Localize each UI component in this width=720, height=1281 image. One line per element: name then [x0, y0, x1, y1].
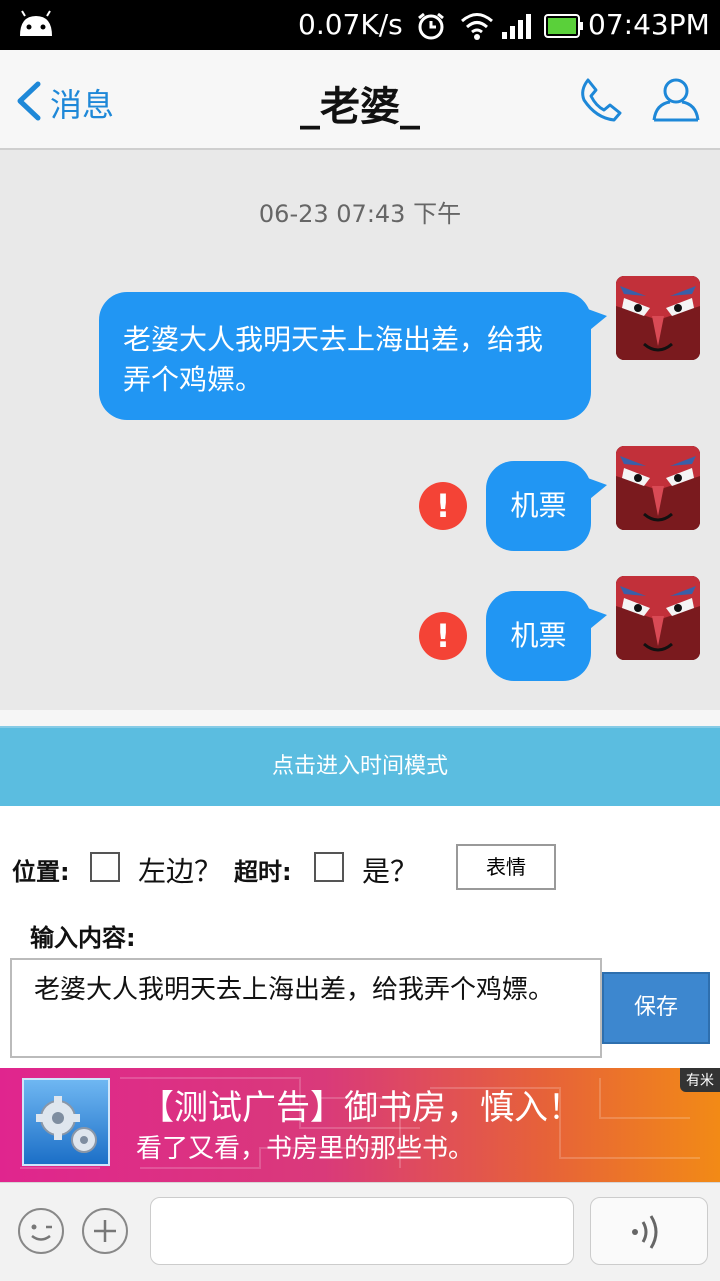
avatar[interactable] — [616, 276, 700, 360]
chat-input-bar — [0, 1182, 720, 1281]
smiley-icon — [31, 1224, 52, 1241]
chat-area[interactable]: 06-23 07:43 下午 老婆大人我明天去上海出差，给我弄个鸡嫖。 ! 机票 — [0, 150, 720, 710]
opera-mask-avatar-icon — [616, 576, 700, 660]
send-failed-icon[interactable]: ! — [419, 482, 467, 530]
emoji-button[interactable]: 表情 — [456, 844, 556, 890]
input-content-label: 输入内容: — [30, 924, 136, 952]
plus-icon — [94, 1220, 116, 1242]
send-failed-icon[interactable]: ! — [419, 612, 467, 660]
content-input[interactable]: 老婆大人我明天去上海出差，给我弄个鸡嫖。 — [10, 958, 602, 1058]
ad-banner[interactable]: 【测试广告】御书房，慎入！ 看了又看，书房里的那些书。 有米 — [0, 1068, 720, 1182]
message-input[interactable] — [150, 1197, 574, 1265]
ad-provider-badge: 有米 — [680, 1068, 720, 1092]
message-editor-panel: 位置: 左边？ 超时: 是？ 表情 输入内容: 老婆大人我明天去上海出差，给我弄… — [0, 806, 720, 1068]
status-bar: 0.07K/s 07:43PM — [0, 0, 720, 50]
message-text: 机票 — [510, 619, 567, 652]
ad-app-icon — [22, 1078, 110, 1166]
gears-icon — [36, 1096, 97, 1153]
opera-mask-avatar-icon — [616, 446, 700, 530]
message-bubble[interactable]: 老婆大人我明天去上海出差，给我弄个鸡嫖。 — [99, 292, 607, 420]
add-attachment-button[interactable] — [82, 1208, 128, 1254]
voice-button[interactable] — [590, 1197, 708, 1265]
avatar[interactable] — [616, 576, 700, 660]
timeout-label: 超时: — [234, 858, 292, 886]
panel-divider — [0, 710, 720, 726]
left-side-checkbox[interactable] — [90, 852, 120, 882]
opera-mask-avatar-icon — [616, 276, 700, 360]
emoji-toggle-button[interactable] — [18, 1208, 64, 1254]
message-timestamp: 06-23 07:43 下午 — [258, 200, 462, 228]
contact-profile-icon[interactable] — [650, 74, 702, 126]
save-button[interactable]: 保存 — [602, 972, 710, 1044]
phone-icon[interactable] — [576, 76, 624, 124]
message-bubble[interactable]: 机票 — [486, 591, 607, 681]
avatar[interactable] — [616, 446, 700, 530]
network-speed: 0.07K/s — [298, 8, 403, 41]
wifi-icon — [461, 13, 493, 40]
position-label: 位置: — [12, 858, 70, 886]
alarm-icon — [418, 12, 444, 40]
left-side-label: 左边？ — [138, 855, 223, 888]
ad-title: 【测试广告】御书房，慎入！ — [140, 1088, 582, 1128]
voice-wave-icon — [632, 1215, 658, 1249]
message-text: 老婆大人我明天去上海出差，给我弄个鸡嫖。 — [123, 323, 544, 396]
clock: 07:43PM — [588, 8, 710, 41]
ad-subtitle: 看了又看，书房里的那些书。 — [136, 1134, 475, 1164]
message-text: 机票 — [510, 489, 567, 522]
title-bar: 消息 _老婆_ — [0, 50, 720, 150]
android-icon — [20, 10, 52, 36]
signal-icon — [502, 14, 531, 39]
timeout-checkbox[interactable] — [314, 852, 344, 882]
time-mode-button[interactable]: 点击进入时间模式 — [0, 726, 720, 806]
battery-icon — [544, 14, 583, 38]
timeout-yes-label: 是？ — [362, 855, 419, 888]
message-bubble[interactable]: 机票 — [486, 461, 607, 551]
